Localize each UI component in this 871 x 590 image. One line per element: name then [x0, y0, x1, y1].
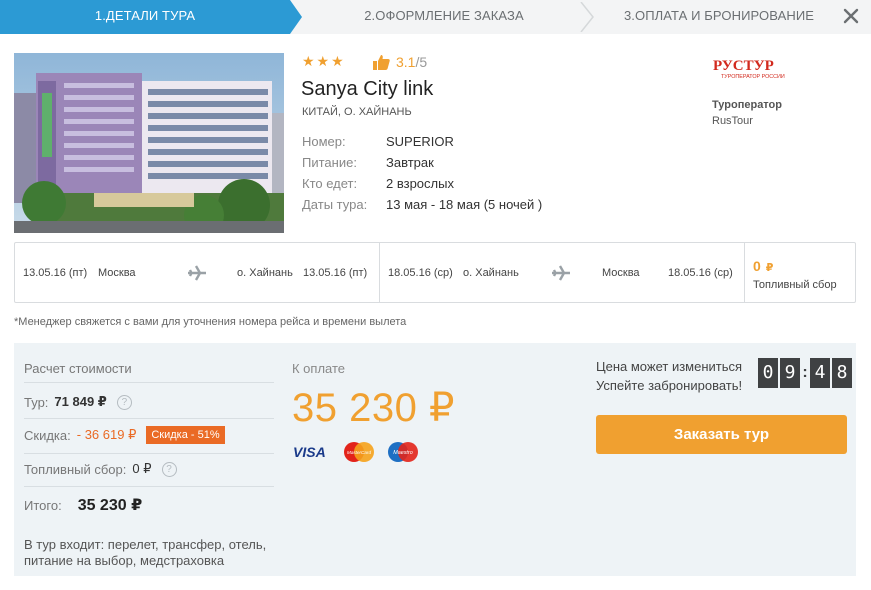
visa-logo: VISA [293, 444, 326, 460]
tour-operator-label: Туроператор [712, 99, 782, 111]
return-from-city: о. Хайнань [463, 267, 519, 279]
price-change-line: Цена может измениться [596, 359, 743, 374]
calc-discount-label: Скидка: [24, 427, 71, 443]
calc-row-discount: Скидка: - 36 619 ₽ Скидка - 51% [24, 426, 225, 444]
return-departure-date: 18.05.16 (ср) [388, 267, 453, 279]
detail-row-dates: Даты тура: 13 мая - 18 мая (5 ночей ) [302, 197, 542, 218]
calc-row-fuel: Топливный сбор: 0 ₽ ? [24, 461, 177, 477]
divider [24, 382, 274, 383]
calc-discount-value: - 36 619 ₽ [76, 427, 137, 442]
calc-row-total: Итого: 35 230 ₽ [24, 495, 142, 515]
tour-includes: В тур входит: перелет, трансфер, отель, … [24, 537, 267, 568]
plane-icon [552, 265, 570, 281]
timer-digit: 8 [832, 358, 852, 388]
calc-total-label: Итого: [24, 497, 62, 513]
step-payment[interactable]: 3.Оплата и бронирование [594, 0, 844, 34]
info-icon[interactable]: ? [161, 461, 177, 477]
return-arrival-date: 18.05.16 (ср) [668, 267, 733, 279]
tour-operator-name: RusTour [712, 115, 753, 127]
logo-subtitle: ТУРОПЕРАТОР РОССИИ [721, 74, 785, 80]
detail-key: Кто едет: [302, 176, 358, 191]
info-icon[interactable]: ? [116, 394, 132, 410]
svg-text:MasterCard: MasterCard [347, 450, 371, 455]
svg-text:VISA: VISA [293, 444, 326, 460]
outbound-to-city: о. Хайнань [237, 267, 293, 279]
hotel-stars: ★★★ [302, 53, 346, 69]
hotel-name: Sanya City link [301, 78, 434, 100]
price-panel: Расчет стоимости Тур: 71 849 ₽ ? Скидка:… [14, 343, 856, 576]
outbound-departure-date: 13.05.16 (пт) [23, 267, 88, 279]
logo-text: РУСТУР [713, 58, 774, 74]
fuel-charge-amount: 0 [753, 258, 761, 274]
divider [24, 453, 274, 454]
steps-bar: 1.Детали тура 2.Оформление заказа 3.Опла… [0, 0, 871, 34]
hotel-photo[interactable] [14, 53, 284, 233]
detail-row-guests: Кто едет: 2 взрослых [302, 176, 542, 197]
price-change-note: Цена может измениться Успейте заброниров… [596, 357, 742, 395]
step-arrow [290, 0, 302, 34]
step-order[interactable]: 2.Оформление заказа [302, 0, 586, 34]
countdown-timer: 0 9 : 4 8 [758, 358, 854, 388]
flight-divider [379, 243, 380, 302]
detail-key: Даты тура: [302, 197, 368, 212]
rating-value: 3.1 [396, 54, 416, 70]
detail-row-room: Номер: SUPERIOR [302, 134, 542, 155]
step-separator [580, 2, 594, 32]
payment-cards: VISA MasterCard Maestro [292, 441, 420, 463]
divider [24, 486, 274, 487]
detail-value: 2 взрослых [386, 176, 454, 191]
outbound-arrival-date: 13.05.16 (пт) [303, 267, 368, 279]
hotel-rating: 3.1/5 [372, 54, 427, 70]
detail-key: Номер: [302, 134, 346, 149]
flights-panel: 13.05.16 (пт) Москва о. Хайнань 13.05.16… [14, 242, 856, 303]
timer-digit: 0 [758, 358, 778, 388]
outbound-from-city: Москва [98, 267, 136, 279]
pay-amount: 35 230 ₽ [292, 386, 455, 430]
calc-row-tour: Тур: 71 849 ₽ ? [24, 394, 132, 410]
close-icon[interactable] [841, 6, 861, 26]
fuel-charge-currency: ₽ [765, 262, 774, 274]
detail-value: 13 мая - 18 мая (5 ночей ) [386, 197, 543, 212]
maestro-logo: Maestro [388, 442, 418, 462]
discount-badge: Скидка - 51% [146, 426, 225, 444]
timer-digit: 9 [780, 358, 800, 388]
detail-key: Питание: [302, 155, 357, 170]
mastercard-logo: MasterCard [344, 442, 374, 462]
detail-value: Завтрак [386, 155, 434, 170]
thumbs-up-icon [373, 55, 390, 70]
calc-tour-label: Тур: [24, 394, 49, 410]
tour-details: Номер: SUPERIOR Питание: Завтрак Кто едет:… [302, 134, 542, 218]
return-to-city: Москва [602, 267, 640, 279]
calc-tour-value: 71 849 ₽ [54, 394, 107, 409]
tour-operator-logo: РУСТУР ТУРОПЕРАТОР РОССИИ [713, 58, 785, 80]
timer-digit: 4 [810, 358, 830, 388]
order-tour-button[interactable]: Заказать тур [596, 415, 847, 454]
calc-title: Расчет стоимости [24, 361, 132, 376]
svg-text:Maestro: Maestro [393, 450, 412, 456]
manager-note: *Менеджер свяжется с вами для уточнения … [14, 316, 407, 328]
calc-fuel-value: 0 ₽ [132, 461, 152, 476]
step-details[interactable]: 1.Детали тура [0, 0, 290, 34]
flight-divider [744, 243, 745, 302]
hotel-location: Китай, о. Хайнань [302, 106, 412, 118]
fuel-charge-value: 0 ₽ [753, 258, 773, 274]
calc-fuel-label: Топливный сбор: [24, 461, 127, 477]
divider [24, 418, 274, 419]
pay-label: К оплате [292, 361, 346, 376]
calc-total-value: 35 230 ₽ [77, 497, 143, 514]
rating-scale: /5 [415, 54, 428, 70]
plane-icon [188, 265, 206, 281]
hurry-line: Успейте забронировать! [596, 378, 743, 393]
detail-value: SUPERIOR [386, 134, 454, 149]
timer-colon: : [802, 364, 808, 381]
detail-row-meal: Питание: Завтрак [302, 155, 542, 176]
fuel-charge-label: Топливный сбор [753, 279, 837, 291]
